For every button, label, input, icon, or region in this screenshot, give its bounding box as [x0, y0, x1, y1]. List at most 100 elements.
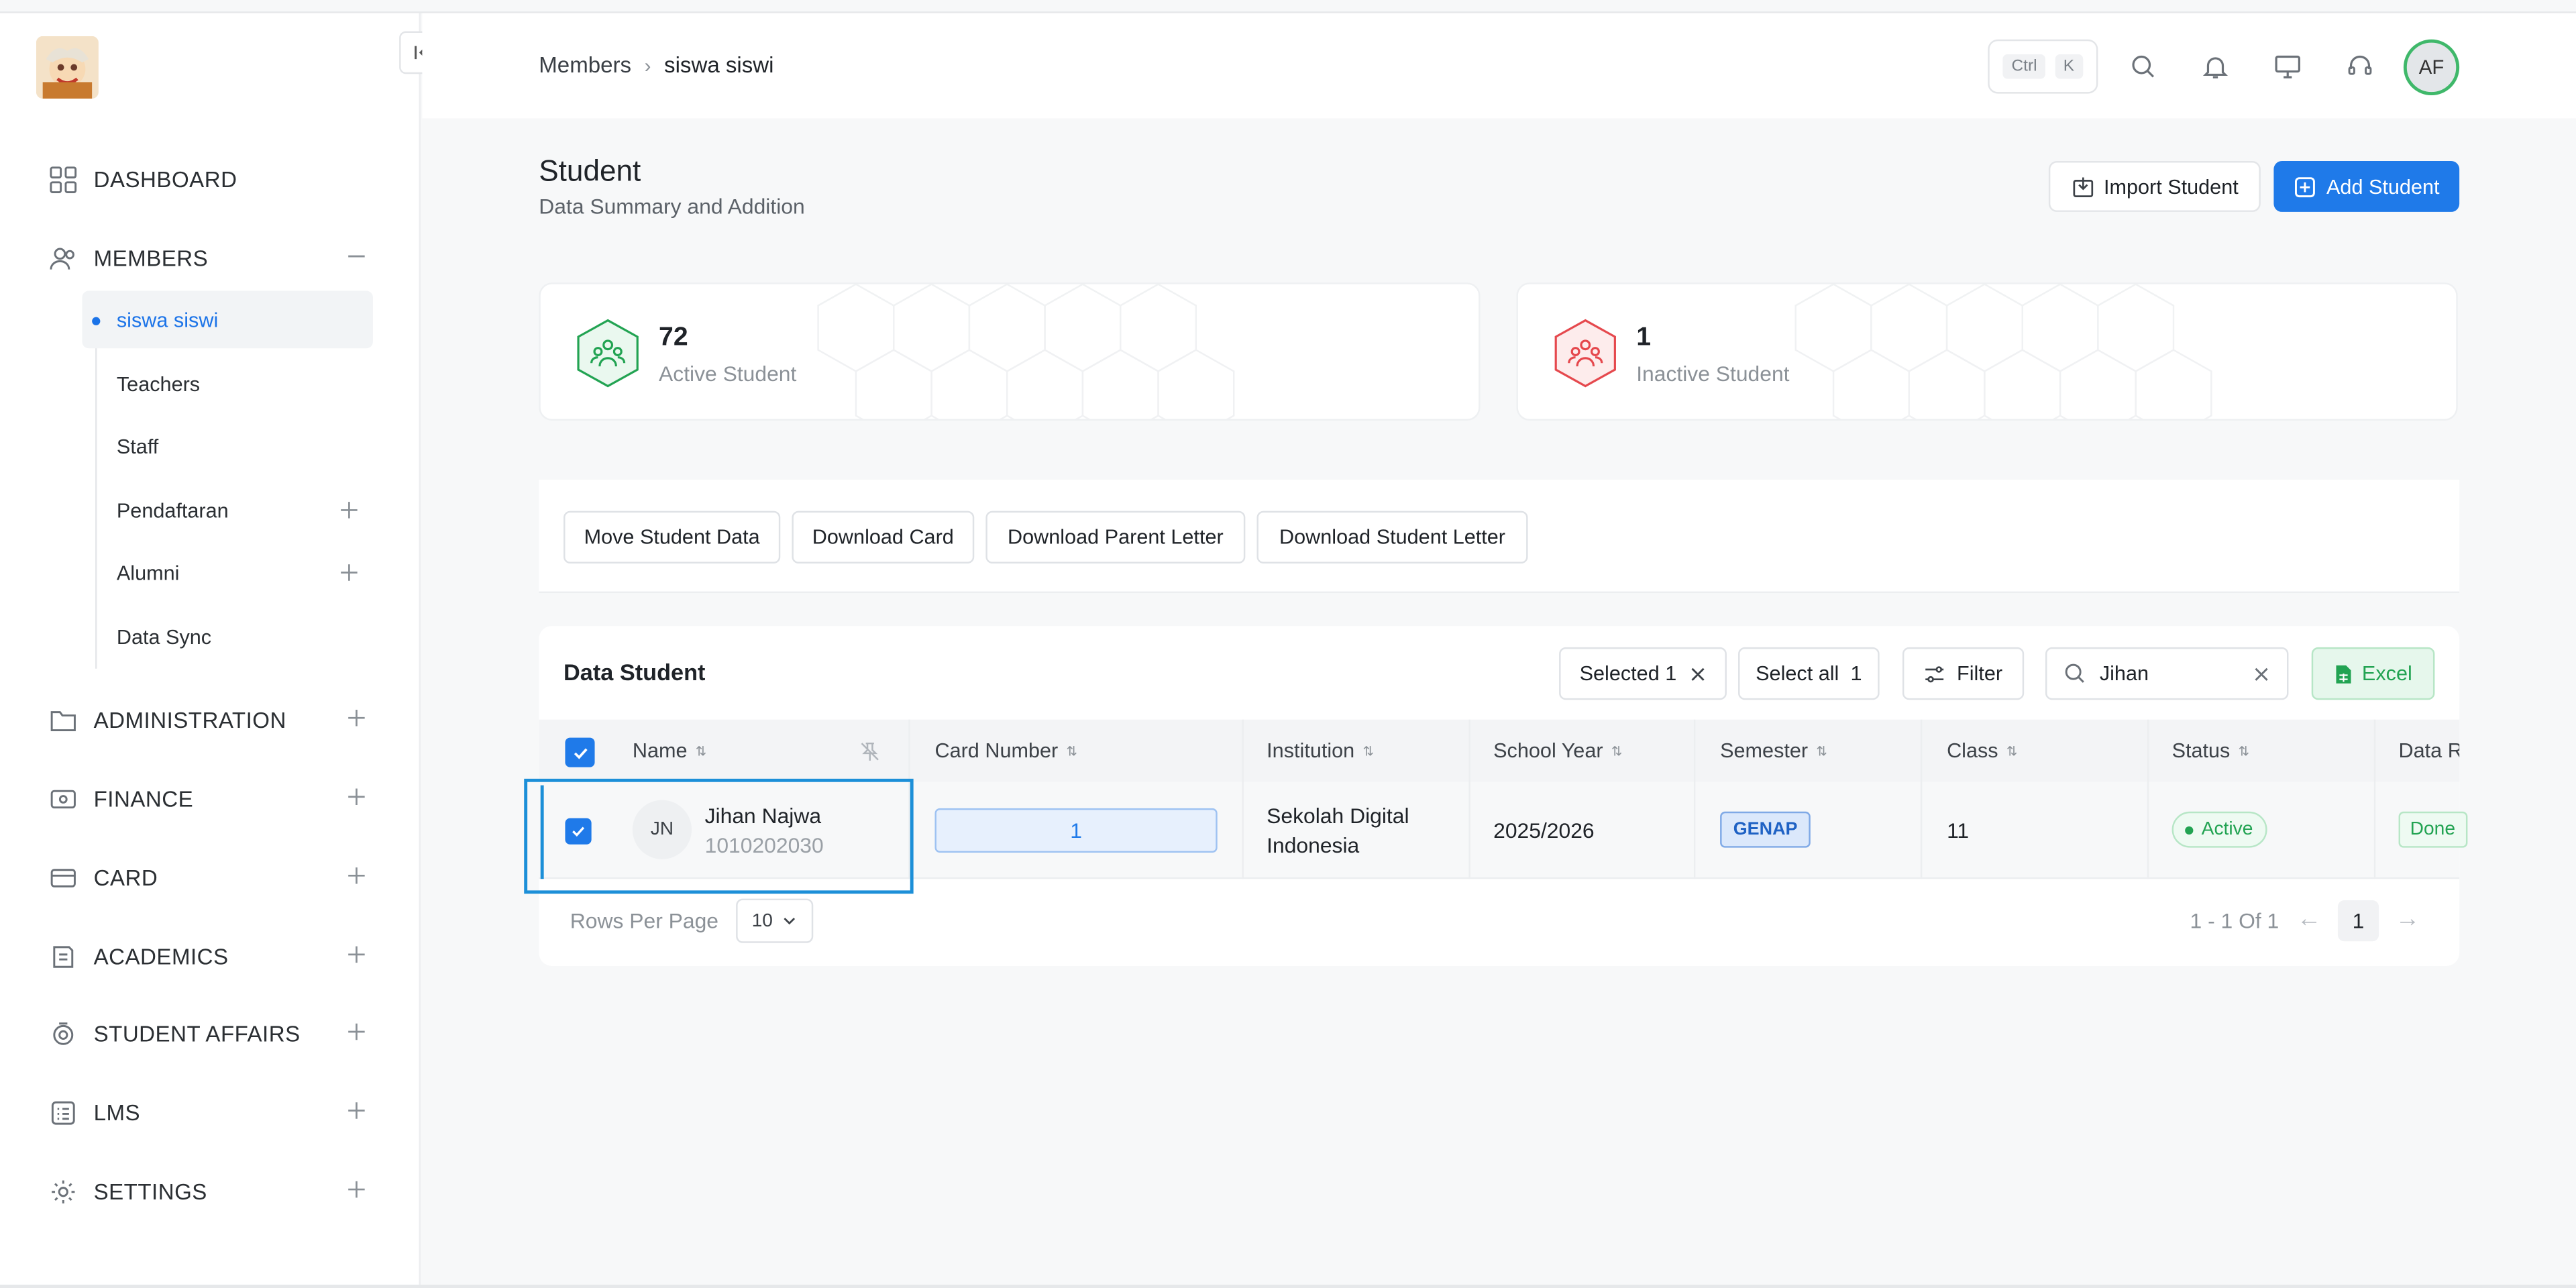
excel-export-button[interactable]: Excel	[2311, 647, 2435, 700]
sidebar-item-label: STUDENT AFFAIRS	[93, 1021, 301, 1046]
plus-icon[interactable]	[345, 786, 368, 808]
sidebar-subitem-teachers[interactable]: Teachers	[82, 355, 372, 413]
page-number-current[interactable]: 1	[2337, 900, 2379, 942]
plus-icon[interactable]	[345, 1178, 368, 1201]
status-badge: Active	[2171, 811, 2268, 848]
institution-cell: Sekolah Digital Indonesia	[1267, 802, 1409, 861]
filter-label: Filter	[1957, 661, 2003, 686]
column-header-card-number[interactable]: Card Number ⇅	[934, 739, 1077, 762]
plus-icon[interactable]	[345, 1099, 368, 1122]
select-all-button[interactable]: Select all 1	[1738, 647, 1880, 700]
sidebar-item-label: ACADEMICS	[93, 943, 229, 969]
active-student-count: 72	[659, 323, 688, 352]
column-header-semester[interactable]: Semester ⇅	[1720, 739, 1827, 762]
plus-icon[interactable]	[345, 864, 368, 887]
app-logo[interactable]	[36, 36, 99, 99]
page-subtitle: Data Summary and Addition	[539, 193, 805, 219]
status-dot-icon	[2185, 825, 2194, 834]
rows-per-page-value: 10	[751, 910, 773, 931]
filter-icon	[1925, 665, 1944, 682]
sidebar-item-lms[interactable]: LMS	[46, 1089, 375, 1136]
sidebar-subitem-siswa-siswi[interactable]: siswa siswi	[82, 290, 373, 349]
sidebar-item-label: CARD	[93, 865, 158, 890]
academics-icon	[46, 940, 79, 973]
sidebar-item-label: SETTINGS	[93, 1179, 207, 1203]
sort-icon: ⇅	[1362, 743, 1374, 759]
school-year-cell: 2025/2026	[1493, 818, 1595, 843]
sidebar-item-label: MEMBERS	[93, 246, 209, 270]
rows-per-page-select[interactable]: 10	[736, 898, 814, 943]
column-divider	[1920, 719, 1923, 879]
command-palette-shortcut[interactable]: Ctrl K	[1988, 39, 2098, 94]
select-all-count: 1	[1850, 661, 1862, 686]
plus-icon[interactable]	[345, 706, 368, 729]
monitor-icon[interactable]	[2271, 49, 2304, 82]
sort-icon: ⇅	[2006, 743, 2018, 759]
add-student-button[interactable]: Add Student	[2273, 161, 2460, 212]
sidebar-subitem-staff[interactable]: Staff	[82, 417, 372, 475]
next-page-icon[interactable]: →	[2396, 905, 2420, 933]
import-icon	[2072, 176, 2092, 197]
sidebar-subitem-label: siswa siswi	[116, 308, 219, 331]
move-student-data-button[interactable]: Move Student Data	[564, 511, 781, 564]
user-avatar[interactable]: AF	[2403, 39, 2460, 96]
sidebar-subitem-label: Data Sync	[116, 625, 212, 649]
plus-icon[interactable]	[345, 943, 368, 966]
sidebar-subitem-label: Teachers	[116, 372, 201, 395]
sidebar-item-student-affairs[interactable]: STUDENT AFFAIRS	[46, 1010, 375, 1057]
sidebar-subitem-data-sync[interactable]: Data Sync	[82, 608, 372, 665]
plus-icon[interactable]	[338, 562, 360, 584]
inactive-student-card: 1 Inactive Student	[1516, 282, 2458, 421]
search-icon[interactable]	[2126, 49, 2159, 82]
download-parent-letter-button[interactable]: Download Parent Letter	[985, 511, 1246, 564]
sidebar-subitem-alumni[interactable]: Alumni	[82, 544, 372, 602]
column-divider	[1468, 719, 1470, 879]
finance-icon	[46, 782, 79, 815]
column-header-class[interactable]: Class ⇅	[1947, 739, 2017, 762]
active-student-label: Active Student	[659, 361, 797, 386]
select-all-checkbox[interactable]	[565, 737, 595, 767]
institution-line: Indonesia	[1267, 833, 1360, 858]
clear-search-icon[interactable]	[2253, 665, 2271, 684]
sidebar-item-members[interactable]: MEMBERS	[46, 235, 375, 281]
plus-icon[interactable]	[338, 499, 360, 521]
sidebar-item-card[interactable]: CARD	[46, 854, 375, 900]
sidebar-item-settings[interactable]: SETTINGS	[46, 1168, 375, 1214]
breadcrumb: Members › siswa siswi	[539, 52, 773, 77]
column-header-institution[interactable]: Institution ⇅	[1267, 739, 1374, 762]
sort-icon: ⇅	[1611, 743, 1623, 759]
search-input[interactable]	[2099, 661, 2231, 686]
select-all-label: Select all	[1756, 661, 1839, 686]
column-header-name[interactable]: Name ⇅	[633, 739, 706, 762]
unpin-icon[interactable]	[859, 741, 881, 762]
sidebar-item-dashboard[interactable]: DASHBOARD	[46, 156, 375, 203]
column-header-data-r[interactable]: Data R	[2399, 739, 2460, 762]
close-icon[interactable]	[1688, 665, 1706, 683]
semester-badge: GENAP	[1720, 811, 1811, 848]
sidebar-item-administration[interactable]: ADMINISTRATION	[46, 696, 375, 743]
import-student-button[interactable]: Import Student	[2048, 161, 2261, 212]
column-header-school-year[interactable]: School Year ⇅	[1493, 739, 1622, 762]
minus-icon[interactable]	[345, 245, 368, 268]
prev-page-icon[interactable]: ←	[2297, 905, 2322, 933]
sidebar-subitem-pendaftaran[interactable]: Pendaftaran	[82, 482, 372, 539]
sidebar-item-finance[interactable]: FINANCE	[46, 775, 375, 822]
sidebar-item-academics[interactable]: ACADEMICS	[46, 933, 375, 979]
card-number-field[interactable]: 1	[934, 808, 1218, 853]
sort-icon: ⇅	[695, 743, 707, 759]
bell-icon[interactable]	[2198, 49, 2231, 82]
sidebar-item-label: ADMINISTRATION	[93, 707, 286, 733]
plus-icon[interactable]	[345, 1020, 368, 1043]
excel-label: Excel	[2361, 661, 2412, 686]
column-header-status[interactable]: Status ⇅	[2172, 739, 2249, 762]
filter-button[interactable]: Filter	[1902, 647, 2025, 700]
download-card-button[interactable]: Download Card	[792, 511, 975, 564]
hexagon-pattern	[817, 284, 1235, 419]
download-student-letter-button[interactable]: Download Student Letter	[1256, 511, 1528, 564]
column-label: Data R	[2398, 739, 2460, 763]
headset-icon[interactable]	[2343, 49, 2375, 82]
sidebar-subitem-label: Pendaftaran	[116, 498, 229, 522]
selected-chip[interactable]: Selected 1	[1559, 647, 1727, 700]
breadcrumb-members[interactable]: Members	[539, 52, 631, 77]
add-student-label: Add Student	[2326, 174, 2440, 199]
